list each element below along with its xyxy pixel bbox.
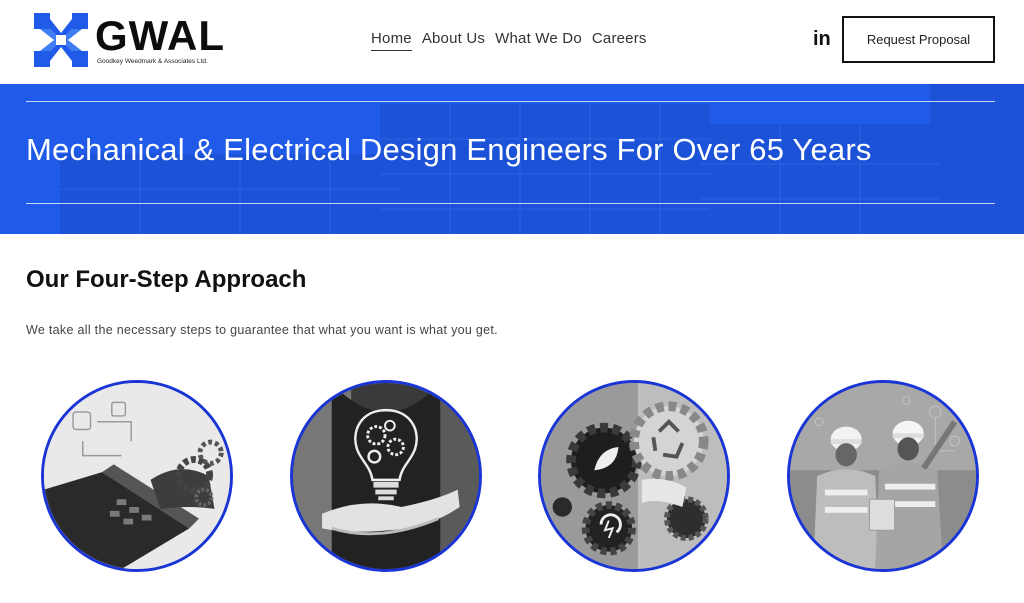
site-header: GWAL Goodkey Weedmark & Associates Ltd. … — [0, 0, 1024, 84]
hero-banner: Mechanical & Electrical Design Engineers… — [0, 84, 1024, 234]
lightbulb-gears-image — [290, 380, 482, 572]
logo-subtitle: Goodkey Weedmark & Associates Ltd. — [97, 58, 208, 65]
request-proposal-button[interactable]: Request Proposal — [842, 16, 995, 63]
nav-about-us[interactable]: About Us — [422, 30, 485, 51]
eco-gears-image — [538, 380, 730, 572]
logo-mark-icon — [34, 13, 88, 67]
main-nav: Home About Us What We Do Careers — [371, 30, 657, 51]
laptop-gears-image — [41, 380, 233, 572]
logo-wordmark: GWAL — [95, 12, 225, 59]
engineers-site-image — [787, 380, 979, 572]
logo[interactable]: GWAL Goodkey Weedmark & Associates Ltd. — [34, 13, 234, 69]
hero-divider-top — [26, 101, 995, 102]
approach-description: We take all the necessary steps to guara… — [26, 323, 498, 337]
nav-careers[interactable]: Careers — [592, 30, 647, 51]
hero-title: Mechanical & Electrical Design Engineers… — [26, 132, 872, 167]
linkedin-icon[interactable]: in — [813, 28, 831, 50]
nav-what-we-do[interactable]: What We Do — [495, 30, 582, 51]
approach-title: Our Four-Step Approach — [26, 266, 307, 293]
nav-home[interactable]: Home — [371, 30, 412, 51]
hero-divider-bottom — [26, 203, 995, 204]
